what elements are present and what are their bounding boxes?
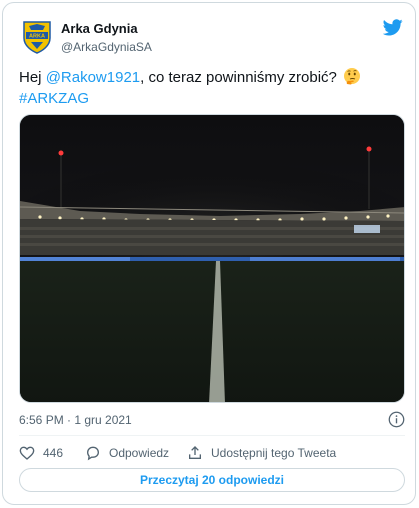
tweet-text: Hej @Rakow1921, co teraz powinniśmy zrob… bbox=[19, 67, 403, 109]
thinking-face-emoji-icon bbox=[344, 68, 361, 85]
mention-link[interactable]: @Rakow1921 bbox=[46, 69, 140, 86]
tweet-timestamp[interactable]: 6:56 PM · 1 gru 2021 bbox=[19, 413, 132, 427]
tweet-timestamp-row: 6:56 PM · 1 gru 2021 bbox=[19, 410, 405, 430]
share-button[interactable]: Udostępnij tego Tweeta bbox=[187, 443, 336, 463]
divider bbox=[19, 435, 405, 436]
author-handle[interactable]: @ArkaGdyniaSA bbox=[61, 39, 152, 55]
tweet-actions: 446 Odpowiedz Udostępnij tego Tweeta bbox=[19, 443, 405, 463]
like-button[interactable]: 446 bbox=[19, 443, 63, 463]
author-names: Arka Gdynia @ArkaGdyniaSA bbox=[61, 21, 152, 55]
tweet-header: ARKA Arka Gdynia @ArkaGdyniaSA bbox=[19, 17, 403, 57]
tweet-card: ARKA Arka Gdynia @ArkaGdyniaSA Hej @Rako… bbox=[2, 2, 416, 505]
tweet-text-suffix: , co teraz powinniśmy zrobić? bbox=[140, 69, 337, 86]
read-replies-button[interactable]: Przeczytaj 20 odpowiedzi bbox=[19, 468, 405, 492]
arka-gdynia-crest-icon[interactable]: ARKA bbox=[22, 20, 52, 54]
info-icon[interactable] bbox=[388, 411, 405, 428]
tweet-photo[interactable] bbox=[19, 114, 405, 403]
like-count: 446 bbox=[43, 446, 64, 460]
share-upload-icon bbox=[189, 446, 201, 459]
tweet-text-prefix: Hej bbox=[19, 69, 46, 86]
stadium-night-image bbox=[20, 115, 404, 402]
twitter-bird-icon[interactable] bbox=[383, 19, 403, 36]
heart-icon bbox=[19, 446, 35, 460]
reply-bubble-icon bbox=[86, 446, 100, 461]
reply-label: Odpowiedz bbox=[109, 446, 170, 460]
reply-button[interactable]: Odpowiedz bbox=[85, 443, 169, 463]
hashtag-link[interactable]: #ARKZAG bbox=[19, 90, 89, 107]
author-display-name[interactable]: Arka Gdynia bbox=[61, 21, 152, 37]
share-label: Udostępnij tego Tweeta bbox=[211, 446, 337, 460]
svg-text:ARKA: ARKA bbox=[29, 34, 45, 40]
